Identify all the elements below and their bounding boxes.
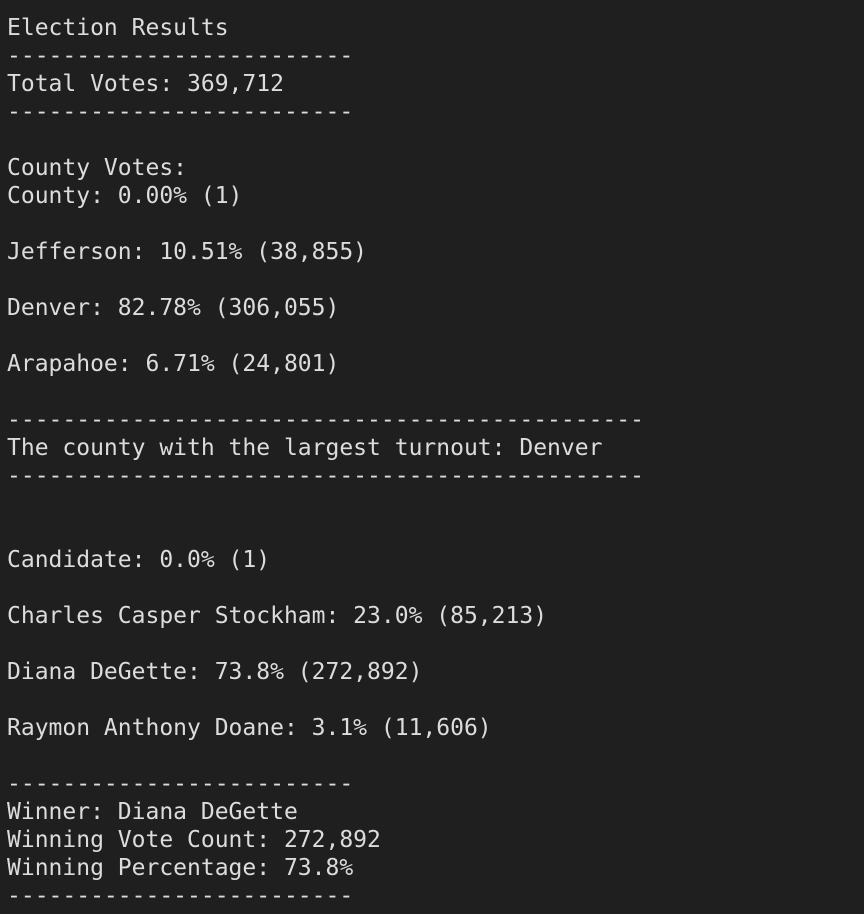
county-votes-heading: County Votes: <box>7 155 188 181</box>
separator-line: ------------------------- <box>7 99 354 125</box>
separator-line: ------------------------- <box>7 883 354 909</box>
total-votes-line: Total Votes: 369,712 <box>7 71 284 97</box>
terminal-output: Election Results -----------------------… <box>0 0 864 914</box>
largest-turnout-line: The county with the largest turnout: Den… <box>7 435 603 461</box>
winning-vote-count-line: Winning Vote Count: 272,892 <box>7 827 381 853</box>
winner-line: Winner: Diana DeGette <box>7 799 298 825</box>
separator-line: ------------------------- <box>7 771 354 797</box>
candidate-result-line: Charles Casper Stockham: 23.0% (85,213) <box>7 603 548 629</box>
candidate-result-line: Candidate: 0.0% (1) <box>7 547 271 573</box>
county-result-line: Denver: 82.78% (306,055) <box>7 295 340 321</box>
county-result-line: Jefferson: 10.51% (38,855) <box>7 239 368 265</box>
report-title: Election Results <box>7 15 229 41</box>
candidate-result-line: Diana DeGette: 73.8% (272,892) <box>7 659 423 685</box>
county-result-line: Arapahoe: 6.71% (24,801) <box>7 351 340 377</box>
county-result-line: County: 0.00% (1) <box>7 183 243 209</box>
separator-line: ----------------------------------------… <box>7 407 644 433</box>
candidate-result-line: Raymon Anthony Doane: 3.1% (11,606) <box>7 715 492 741</box>
separator-line: ------------------------- <box>7 43 354 69</box>
winning-percentage-line: Winning Percentage: 73.8% <box>7 855 354 881</box>
separator-line: ----------------------------------------… <box>7 463 644 489</box>
